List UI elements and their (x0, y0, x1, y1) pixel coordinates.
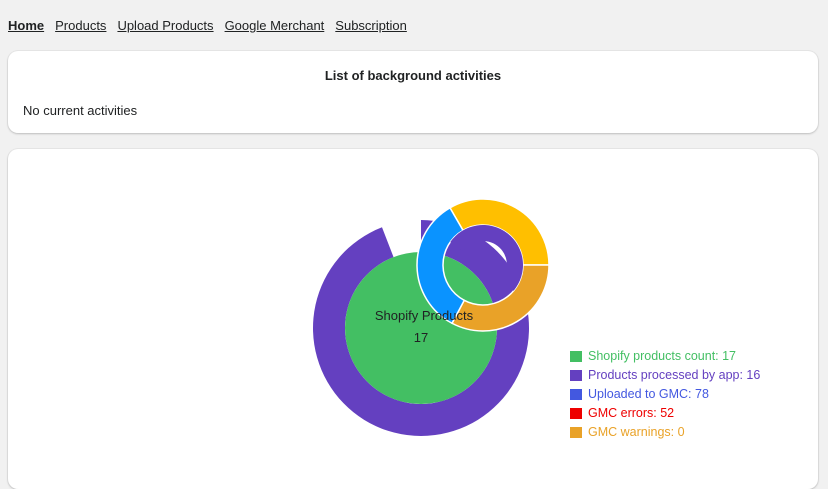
legend-label: Products processed by app: 16 (588, 368, 761, 382)
chart-card: Shopify Products 17 Shopify products cou… (8, 149, 818, 489)
nav-google-merchant[interactable]: Google Merchant (225, 18, 325, 33)
activities-empty-text: No current activities (23, 103, 138, 118)
chart-legend: Shopify products count: 17 Products proce… (570, 347, 760, 442)
legend-label: Shopify products count: 17 (588, 349, 737, 363)
legend-swatch (570, 427, 582, 438)
legend-swatch (570, 389, 582, 400)
nav-products[interactable]: Products (55, 18, 106, 33)
legend-item[interactable]: Shopify products count: 17 (570, 347, 760, 366)
center-label: Shopify Products (375, 308, 474, 323)
legend-swatch (570, 370, 582, 381)
legend-item[interactable]: GMC errors: 52 (570, 404, 760, 423)
nav-upload-products[interactable]: Upload Products (117, 18, 213, 33)
legend-item[interactable]: GMC warnings: 0 (570, 423, 760, 442)
nav-subscription[interactable]: Subscription (335, 18, 407, 33)
activities-title: List of background activities (324, 68, 502, 83)
legend-item[interactable]: Uploaded to GMC: 78 (570, 385, 760, 404)
legend-item[interactable]: Products processed by app: 16 (570, 366, 760, 385)
activities-card: List of background activities No current… (8, 51, 818, 133)
legend-label: GMC warnings: 0 (588, 425, 685, 439)
legend-swatch (570, 351, 582, 362)
nav-home[interactable]: Home (8, 18, 44, 33)
legend-swatch (570, 408, 582, 419)
center-value: 17 (414, 330, 428, 345)
top-nav: Home Products Upload Products Google Mer… (8, 18, 407, 33)
legend-label: Uploaded to GMC: 78 (588, 387, 709, 401)
legend-label: GMC errors: 52 (588, 406, 675, 420)
